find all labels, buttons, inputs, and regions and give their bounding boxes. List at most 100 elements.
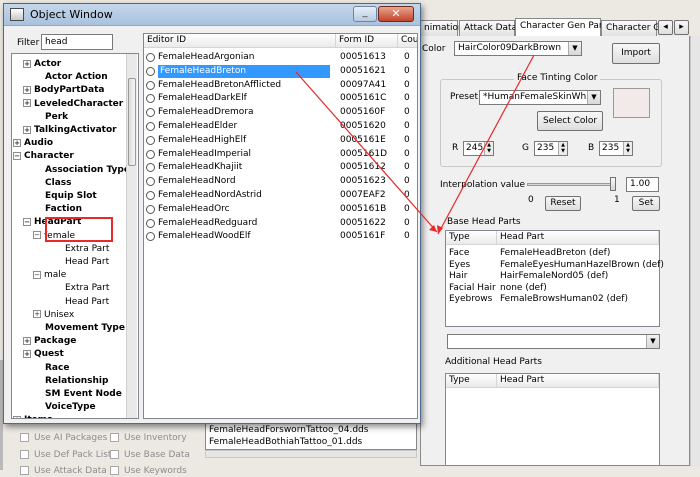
base-head-parts-list[interactable]: Type Head Part Face FemaleHeadBreton (def… [445,230,664,327]
expand-icon[interactable]: + [23,85,31,94]
tree-item[interactable]: + Quest [23,348,64,361]
table-row[interactable]: FemaleHeadHighElf 0005161E 0 [144,134,417,147]
list-item[interactable]: FemaleHeadBothiahTattoo_01.dds [209,436,362,449]
table-row[interactable]: FemaleHeadImperial 0005161D 0 [144,148,417,161]
g-spinner[interactable]: 235 ▲ ▼ [534,141,568,156]
minimize-button[interactable]: _ [353,6,377,22]
tab-animation[interactable]: nimation [420,20,464,36]
tree-item[interactable]: Class [33,177,71,190]
tree-item[interactable]: + Package [23,335,76,348]
use-def-pack-list-checkbox[interactable]: Use Def Pack List [20,450,111,460]
tree-item[interactable]: SM Event Node [33,388,122,401]
tree-item[interactable]: Extra Part [53,282,109,295]
table-row[interactable]: FemaleHeadElder 00051620 0 [144,120,417,133]
table-row[interactable]: FemaleHeadRedguard 00051622 0 [144,217,417,230]
expand-icon[interactable]: + [13,138,21,147]
tab-character-gen-parts[interactable]: Character Gen Parts [515,18,611,37]
expand-icon[interactable]: + [23,125,31,134]
column-header-head-part[interactable]: Head Part [497,231,659,245]
tree-scrollbar-thumb[interactable] [128,78,136,166]
tree-item[interactable]: Head Part [53,296,109,309]
tree-item[interactable]: Race [33,362,69,375]
collapse-icon[interactable]: − [33,231,41,240]
spin-arrows-icon[interactable]: ▲ ▼ [623,142,632,155]
expand-icon[interactable]: + [23,336,31,345]
set-button[interactable]: Set [632,196,660,211]
column-header-count[interactable]: Cou [398,34,417,48]
tree-item[interactable]: +Items [13,414,53,418]
texture-list-hscroll[interactable] [205,450,417,458]
column-header-type[interactable]: Type [446,374,497,388]
table-row[interactable]: FemaleHeadNord 00051623 0 [144,175,417,188]
tab-scroll-right[interactable]: ▸ [674,20,689,35]
column-header-head-part[interactable]: Head Part [497,374,659,388]
column-header-form-id[interactable]: Form ID [336,34,398,48]
tab-character-gen[interactable]: Character G [601,20,660,36]
tree-item[interactable]: Faction [33,203,82,216]
table-row[interactable]: FemaleHeadWoodElf 0005161F 0 [144,230,417,243]
tab-attack-data[interactable]: Attack Data [459,20,517,36]
b-spinner[interactable]: 235 ▲ ▼ [599,141,633,156]
table-row[interactable]: FemaleHeadNordAstrid 0007EAF2 0 [144,189,417,202]
expand-icon[interactable]: + [13,415,21,418]
tree-item[interactable]: + TalkingActivator [23,124,117,137]
interpolation-slider-track[interactable] [527,183,615,186]
table-row[interactable]: FemaleHeadBreton 00051621 0 [144,64,417,78]
expand-icon[interactable]: + [33,310,41,319]
tree-item[interactable]: Equip Slot [33,190,97,203]
collapse-icon[interactable]: − [33,270,41,279]
tree-item[interactable]: Actor Action [33,71,108,84]
additional-head-parts-list[interactable]: Type Head Part [445,373,660,466]
filter-input[interactable]: head [41,34,113,50]
tree-item[interactable]: Head Part [53,256,109,269]
use-attack-data-checkbox[interactable]: Use Attack Data [20,466,107,476]
table-row[interactable]: FemaleHeadBretonAfflicted 00097A41 0 [144,79,417,92]
collapse-icon[interactable]: − [23,217,31,226]
tree-item[interactable]: + BodyPartData [23,84,104,97]
tree-item[interactable]: Association Type [33,164,130,177]
tree-item[interactable]: Extra Part [53,243,109,256]
tree-item[interactable]: VoiceType [33,401,96,414]
title-bar[interactable]: Object Window _ ✕ [4,4,420,26]
tree-item[interactable]: − Character [13,150,74,163]
use-inventory-checkbox[interactable]: Use Inventory [110,433,187,443]
collapse-icon[interactable]: − [13,151,21,160]
tree-item[interactable]: + Audio [13,137,53,150]
tree-item[interactable]: Perk [33,111,68,124]
object-list[interactable]: Editor ID Form ID Cou FemaleHeadArgonian… [143,33,418,419]
expand-icon[interactable]: + [23,99,31,108]
column-header-editor-id[interactable]: Editor ID [144,34,336,48]
expand-icon[interactable]: + [23,59,31,68]
expand-icon[interactable]: + [23,349,31,358]
tree-item[interactable]: + Actor [23,58,61,71]
use-keywords-checkbox[interactable]: Use Keywords [110,466,187,476]
tree-item[interactable]: + LeveledCharacter [23,98,123,111]
tint-color-swatch[interactable] [613,88,650,118]
tree-item[interactable]: + Unisex [33,309,74,322]
column-header-type[interactable]: Type [446,231,497,245]
interpolation-slider-thumb[interactable] [610,177,616,191]
spin-arrows-icon[interactable]: ▲ ▼ [558,142,567,155]
tree-item[interactable]: Movement Type [33,322,125,335]
tab-scroll-left[interactable]: ◂ [658,20,673,35]
table-row[interactable]: FemaleHeadDremora 0005160F 0 [144,106,417,119]
reset-button[interactable]: Reset [545,196,581,211]
tree-item[interactable]: − male [33,269,66,282]
head-part-select[interactable]: ▼ [447,334,660,349]
table-row[interactable]: FemaleHeadDarkElf 0005161C 0 [144,92,417,105]
tree-item[interactable]: Relationship [33,375,108,388]
hair-color-select[interactable]: HairColor09DarkBrown ▼ [454,41,582,56]
r-spinner[interactable]: 245 ▲ ▼ [463,141,494,156]
close-button[interactable]: ✕ [378,6,414,22]
import-button[interactable]: Import [612,43,660,64]
select-color-button[interactable]: Select Color [537,111,603,131]
table-row[interactable]: FemaleHeadKhajiit 00051612 0 [144,161,417,174]
table-row[interactable]: FemaleHeadArgonian 00051613 0 [144,51,417,64]
table-row[interactable]: FemaleHeadOrc 0005161B 0 [144,203,417,216]
use-ai-packages-checkbox[interactable]: Use AI Packages [20,433,107,443]
preset-select[interactable]: *HumanFemaleSkinWhite03 ▼ [479,90,601,105]
interpolation-value-field[interactable]: 1.00 [626,177,659,192]
tree-scrollbar[interactable] [126,54,137,418]
right-edge-scrollbar[interactable] [690,36,700,466]
spin-arrows-icon[interactable]: ▲ ▼ [484,142,493,155]
